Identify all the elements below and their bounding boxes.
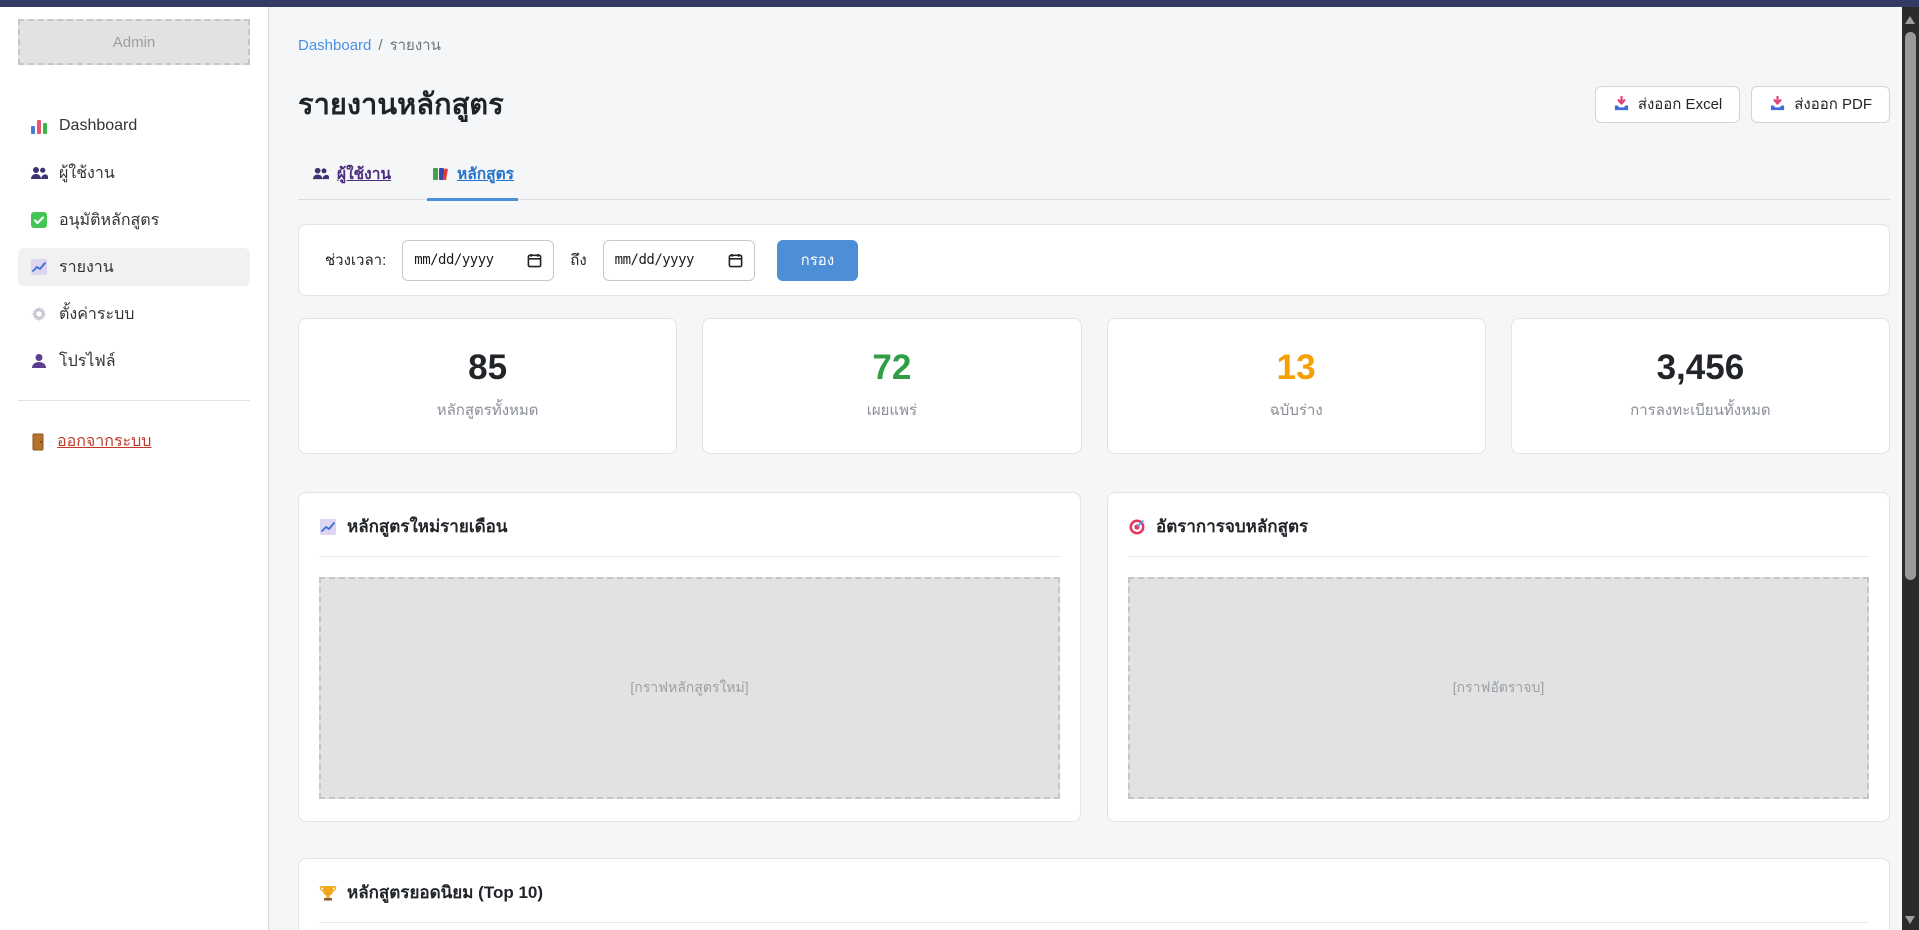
calendar-icon[interactable] bbox=[527, 253, 542, 268]
date-range-label: ช่วงเวลา: bbox=[325, 248, 386, 272]
line-chart-icon bbox=[319, 518, 337, 536]
download-icon bbox=[1613, 96, 1630, 113]
export-excel-button[interactable]: ส่งออก Excel bbox=[1595, 86, 1740, 123]
stat-card-total-enrollments: 3,456 การลงทะเบียนทั้งหมด bbox=[1511, 318, 1890, 454]
date-to-placeholder: mm/dd/yyyy bbox=[615, 252, 694, 268]
breadcrumb-separator: / bbox=[378, 37, 382, 54]
export-excel-label: ส่งออก Excel bbox=[1638, 92, 1722, 116]
sidebar-item-settings[interactable]: ตั้งค่าระบบ bbox=[18, 295, 250, 333]
chart-placeholder-completion-rate: [กราฟอัตราจบ] bbox=[1128, 577, 1869, 799]
export-pdf-label: ส่งออก PDF bbox=[1794, 92, 1872, 116]
scrollbar-up-arrow[interactable] bbox=[1905, 16, 1915, 24]
charts-row: หลักสูตรใหม่รายเดือน [กราฟหลักสูตรใหม่] … bbox=[298, 492, 1890, 822]
stat-card-drafts: 13 ฉบับร่าง bbox=[1107, 318, 1486, 454]
users-icon bbox=[30, 164, 48, 182]
scrollbar-down-arrow[interactable] bbox=[1905, 916, 1915, 924]
sidebar-item-label: โปรไฟล์ bbox=[59, 349, 116, 374]
download-icon bbox=[1769, 96, 1786, 113]
door-icon bbox=[30, 433, 46, 451]
app-root: Admin Dashboard ผู้ใช้งาน อนุมัติหลักสูต… bbox=[0, 7, 1919, 930]
chart-card-header: หลักสูตรใหม่รายเดือน bbox=[319, 513, 1060, 557]
page-header: รายงานหลักสูตร ส่งออก Excel ส่งออก PDF bbox=[298, 81, 1890, 127]
tab-courses-label: หลักสูตร bbox=[457, 161, 514, 186]
logout-link[interactable]: ออกจากระบบ bbox=[18, 429, 250, 454]
chart-card-completion-rate: อัตราการจบหลักสูตร [กราฟอัตราจบ] bbox=[1107, 492, 1890, 822]
sidebar-nav: Dashboard ผู้ใช้งาน อนุมัติหลักสูตร รายง… bbox=[18, 107, 250, 380]
date-to-label: ถึง bbox=[570, 248, 586, 272]
bar-chart-icon bbox=[30, 117, 48, 135]
stat-label: ฉบับร่าง bbox=[1270, 398, 1323, 422]
gear-icon bbox=[30, 305, 48, 323]
scrollbar[interactable] bbox=[1902, 7, 1919, 930]
chart-title: อัตราการจบหลักสูตร bbox=[1156, 513, 1308, 540]
tab-bar: ผู้ใช้งาน หลักสูตร bbox=[298, 161, 1890, 200]
popular-courses-header: หลักสูตรยอดนิยม (Top 10) bbox=[319, 879, 1869, 923]
stat-card-total-courses: 85 หลักสูตรทั้งหมด bbox=[298, 318, 677, 454]
check-icon bbox=[30, 211, 48, 229]
sidebar-item-label: ผู้ใช้งาน bbox=[59, 161, 115, 186]
logout-label: ออกจากระบบ bbox=[57, 429, 151, 454]
tab-users-label: ผู้ใช้งาน bbox=[337, 161, 391, 186]
page-title: รายงานหลักสูตร bbox=[298, 81, 504, 127]
sidebar-item-label: Dashboard bbox=[59, 117, 137, 135]
sidebar-divider bbox=[18, 400, 250, 401]
date-to-input[interactable]: mm/dd/yyyy bbox=[603, 240, 755, 281]
person-icon bbox=[30, 352, 48, 370]
date-from-placeholder: mm/dd/yyyy bbox=[414, 252, 493, 268]
export-pdf-button[interactable]: ส่งออก PDF bbox=[1751, 86, 1890, 123]
admin-logo-placeholder: Admin bbox=[18, 19, 250, 65]
breadcrumb-current: รายงาน bbox=[390, 37, 441, 54]
stats-row: 85 หลักสูตรทั้งหมด 72 เผยแพร่ 13 ฉบับร่า… bbox=[298, 318, 1890, 454]
chart-placeholder-new-courses: [กราฟหลักสูตรใหม่] bbox=[319, 577, 1060, 799]
sidebar-item-label: ตั้งค่าระบบ bbox=[59, 302, 134, 327]
stat-value: 72 bbox=[872, 350, 911, 385]
main-content: Dashboard / รายงาน รายงานหลักสูตร ส่งออก E… bbox=[269, 7, 1919, 930]
stat-label: หลักสูตรทั้งหมด bbox=[437, 398, 539, 422]
users-icon bbox=[312, 165, 329, 182]
stat-label: เผยแพร่ bbox=[867, 398, 917, 422]
sidebar-item-users[interactable]: ผู้ใช้งาน bbox=[18, 154, 250, 192]
date-from-input[interactable]: mm/dd/yyyy bbox=[402, 240, 554, 281]
export-button-group: ส่งออก Excel ส่งออก PDF bbox=[1595, 86, 1890, 123]
sidebar: Admin Dashboard ผู้ใช้งาน อนุมัติหลักสูต… bbox=[0, 7, 269, 930]
popular-courses-title: หลักสูตรยอดนิยม (Top 10) bbox=[347, 879, 543, 906]
tab-courses[interactable]: หลักสูตร bbox=[431, 161, 514, 199]
sidebar-item-reports[interactable]: รายงาน bbox=[18, 248, 250, 286]
filter-button[interactable]: กรอง bbox=[777, 240, 858, 281]
stat-value: 85 bbox=[468, 350, 507, 385]
sidebar-item-label: รายงาน bbox=[59, 255, 114, 280]
sidebar-item-approve-courses[interactable]: อนุมัติหลักสูตร bbox=[18, 201, 250, 239]
stat-value: 3,456 bbox=[1657, 350, 1745, 385]
chart-title: หลักสูตรใหม่รายเดือน bbox=[347, 513, 508, 540]
books-icon bbox=[431, 165, 449, 183]
target-icon bbox=[1128, 518, 1146, 536]
scrollbar-thumb[interactable] bbox=[1905, 32, 1916, 580]
stat-value: 13 bbox=[1277, 350, 1316, 385]
trophy-icon bbox=[319, 884, 337, 902]
calendar-icon[interactable] bbox=[728, 253, 743, 268]
breadcrumb: Dashboard / รายงาน bbox=[298, 33, 1890, 57]
tab-users[interactable]: ผู้ใช้งาน bbox=[312, 161, 391, 199]
stat-card-published: 72 เผยแพร่ bbox=[702, 318, 1081, 454]
filter-card: ช่วงเวลา: mm/dd/yyyy ถึง mm/dd/yyyy กรอง bbox=[298, 224, 1890, 296]
chart-card-new-courses: หลักสูตรใหม่รายเดือน [กราฟหลักสูตรใหม่] bbox=[298, 492, 1081, 822]
stat-label: การลงทะเบียนทั้งหมด bbox=[1630, 398, 1770, 422]
breadcrumb-dashboard-link[interactable]: Dashboard bbox=[298, 37, 371, 54]
sidebar-item-dashboard[interactable]: Dashboard bbox=[18, 107, 250, 145]
sidebar-item-profile[interactable]: โปรไฟล์ bbox=[18, 342, 250, 380]
line-chart-icon bbox=[30, 258, 48, 276]
window-top-strip bbox=[0, 0, 1919, 7]
sidebar-item-label: อนุมัติหลักสูตร bbox=[59, 208, 159, 233]
popular-courses-card: หลักสูตรยอดนิยม (Top 10) bbox=[298, 858, 1890, 930]
chart-card-header: อัตราการจบหลักสูตร bbox=[1128, 513, 1869, 557]
